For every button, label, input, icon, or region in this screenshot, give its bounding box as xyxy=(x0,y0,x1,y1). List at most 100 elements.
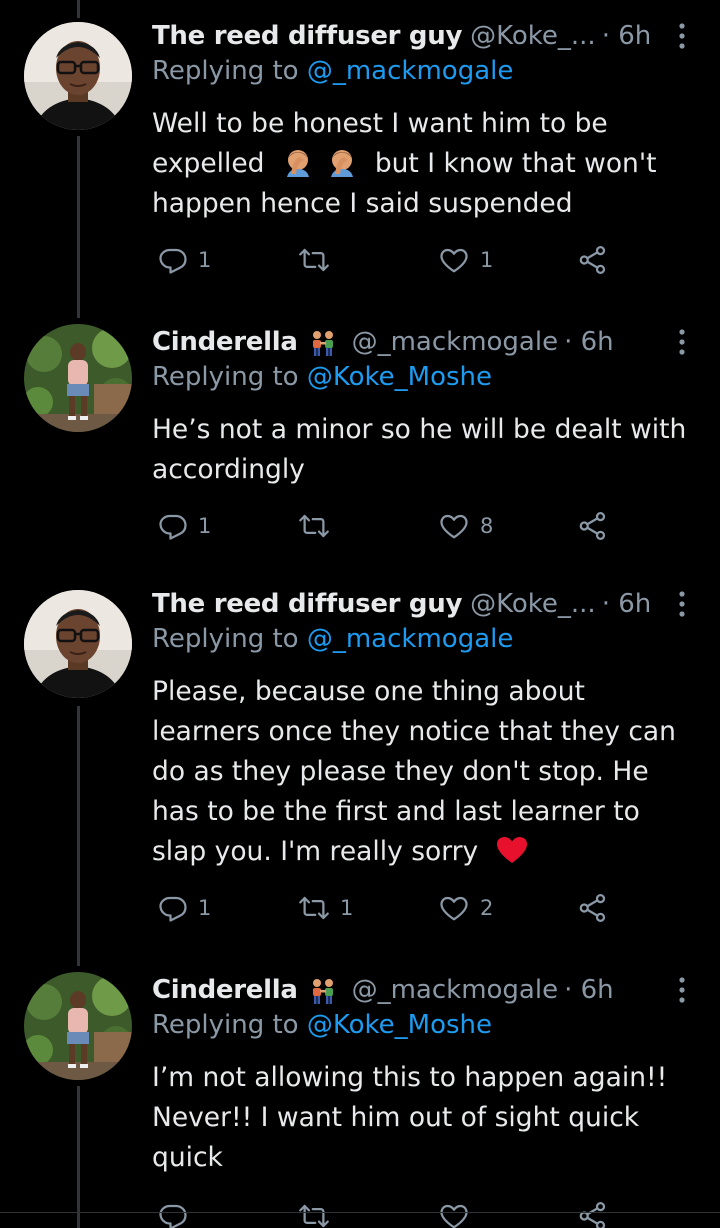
text-line: accordingly xyxy=(152,454,305,485)
share-button[interactable] xyxy=(578,506,608,546)
couple-emoji-icon xyxy=(308,330,338,356)
tweet[interactable]: The reed diffuser guy @Koke_... · 6h Rep… xyxy=(0,16,720,316)
timestamp[interactable]: · 6h xyxy=(564,975,614,1005)
more-icon[interactable] xyxy=(678,22,686,50)
tweet-text: I’m not allowing this to happen again!! … xyxy=(152,1058,696,1178)
red-heart-emoji-icon xyxy=(495,835,529,865)
like-count: 1 xyxy=(480,248,494,272)
text-line: do as they please they don't stop. He xyxy=(152,756,649,787)
share-button[interactable] xyxy=(578,888,608,928)
share-icon xyxy=(578,511,608,541)
tweet-text: He’s not a minor so he will be dealt wit… xyxy=(152,410,696,490)
replying-to: Replying to @Koke_Moshe xyxy=(152,362,492,392)
user-handle[interactable]: @Koke_... xyxy=(470,21,596,51)
tweet-header: The reed diffuser guy @Koke_... · 6h xyxy=(152,584,700,624)
man-facepalming-emoji-icon xyxy=(327,147,357,177)
user-handle[interactable]: @_mackmogale xyxy=(352,327,559,357)
couple-emoji-icon xyxy=(308,978,338,1004)
text-line: slap you. I'm really sorry xyxy=(152,832,696,872)
text-fragment: but I know that won't xyxy=(374,148,657,179)
reply-button[interactable]: 1 xyxy=(158,240,211,280)
retweet-icon xyxy=(298,893,330,923)
replying-to-label: Replying to xyxy=(152,56,299,86)
replying-to-label: Replying to xyxy=(152,624,299,654)
tweet[interactable]: Cinderella @_mackmogale · 6h Replying to… xyxy=(0,970,720,1228)
text-line: has to be the first and last learner to xyxy=(152,796,640,827)
reply-count: 1 xyxy=(198,514,212,538)
like-button[interactable]: 2 xyxy=(438,888,493,928)
tweet[interactable]: The reed diffuser guy @Koke_... · 6h Rep… xyxy=(0,584,720,954)
reply-button[interactable]: 1 xyxy=(158,888,211,928)
text-line: Never!! I want him out of sight quick xyxy=(152,1102,640,1133)
heart-icon xyxy=(438,893,470,923)
bottom-divider xyxy=(0,1212,720,1213)
share-button[interactable] xyxy=(578,240,608,280)
avatar[interactable] xyxy=(24,324,132,432)
tweet[interactable]: Cinderella @_mackmogale · 6h Replying to… xyxy=(0,322,720,582)
avatar[interactable] xyxy=(24,22,132,130)
reply-count: 1 xyxy=(198,896,212,920)
mention-link[interactable]: @Koke_Moshe xyxy=(307,1010,492,1040)
tweet-actions: 1 1 xyxy=(152,240,622,280)
heart-icon xyxy=(438,245,470,275)
text-line: quick xyxy=(152,1142,223,1173)
text-line: Please, because one thing about xyxy=(152,676,585,707)
retweet-button[interactable]: 1 xyxy=(298,888,353,928)
more-icon[interactable] xyxy=(678,976,686,1004)
timestamp[interactable]: · 6h xyxy=(602,589,652,619)
more-icon[interactable] xyxy=(678,328,686,356)
man-facepalming-emoji-icon xyxy=(283,147,313,177)
text-fragment: slap you. I'm really sorry xyxy=(152,836,479,867)
replying-to-label: Replying to xyxy=(152,362,299,392)
text-line: I’m not allowing this to happen again!! xyxy=(152,1062,668,1093)
retweet-count: 1 xyxy=(340,896,354,920)
retweet-button[interactable] xyxy=(298,240,340,280)
tweet-actions: 1 8 xyxy=(152,506,622,546)
reply-count: 1 xyxy=(198,248,212,272)
tweet-header: Cinderella @_mackmogale · 6h xyxy=(152,322,700,362)
reply-icon xyxy=(158,511,188,541)
like-button[interactable]: 1 xyxy=(438,240,493,280)
heart-icon xyxy=(438,511,470,541)
tweet-text: Well to be honest I want him to be expel… xyxy=(152,104,696,224)
like-count: 2 xyxy=(480,896,494,920)
mention-link[interactable]: @_mackmogale xyxy=(307,56,514,86)
text-line: happen hence I said suspended xyxy=(152,188,573,219)
heart-icon xyxy=(438,1201,470,1228)
replying-to: Replying to @Koke_Moshe xyxy=(152,1010,492,1040)
retweet-button[interactable] xyxy=(298,506,340,546)
display-name[interactable]: The reed diffuser guy xyxy=(152,589,462,619)
retweet-icon xyxy=(298,245,330,275)
mention-link[interactable]: @Koke_Moshe xyxy=(307,362,492,392)
tweet-header: The reed diffuser guy @Koke_... · 6h xyxy=(152,16,700,56)
user-handle[interactable]: @_mackmogale xyxy=(352,975,559,1005)
avatar[interactable] xyxy=(24,972,132,1080)
replying-to: Replying to @_mackmogale xyxy=(152,56,513,86)
text-fragment: expelled xyxy=(152,148,265,179)
text-line: learners once they notice that they can xyxy=(152,716,676,747)
more-icon[interactable] xyxy=(678,590,686,618)
like-button[interactable]: 8 xyxy=(438,506,493,546)
display-name[interactable]: Cinderella xyxy=(152,327,298,357)
tweet-text: Please, because one thing about learners… xyxy=(152,672,696,872)
display-name[interactable]: The reed diffuser guy xyxy=(152,21,462,51)
share-icon xyxy=(578,245,608,275)
retweet-icon xyxy=(298,1201,330,1228)
text-line: Well to be honest I want him to be xyxy=(152,108,608,139)
like-count: 8 xyxy=(480,514,494,538)
timestamp[interactable]: · 6h xyxy=(564,327,614,357)
share-icon xyxy=(578,1201,608,1228)
timestamp[interactable]: · 6h xyxy=(602,21,652,51)
reply-icon xyxy=(158,893,188,923)
text-line: He’s not a minor so he will be dealt wit… xyxy=(152,414,687,445)
tweet-header: Cinderella @_mackmogale · 6h xyxy=(152,970,700,1010)
reply-button[interactable]: 1 xyxy=(158,506,211,546)
user-handle[interactable]: @Koke_... xyxy=(470,589,596,619)
mention-link[interactable]: @_mackmogale xyxy=(307,624,514,654)
share-icon xyxy=(578,893,608,923)
avatar[interactable] xyxy=(24,590,132,698)
reply-icon xyxy=(158,1201,188,1228)
replying-to: Replying to @_mackmogale xyxy=(152,624,513,654)
display-name[interactable]: Cinderella xyxy=(152,975,298,1005)
tweet-actions: 1 1 2 xyxy=(152,888,622,928)
